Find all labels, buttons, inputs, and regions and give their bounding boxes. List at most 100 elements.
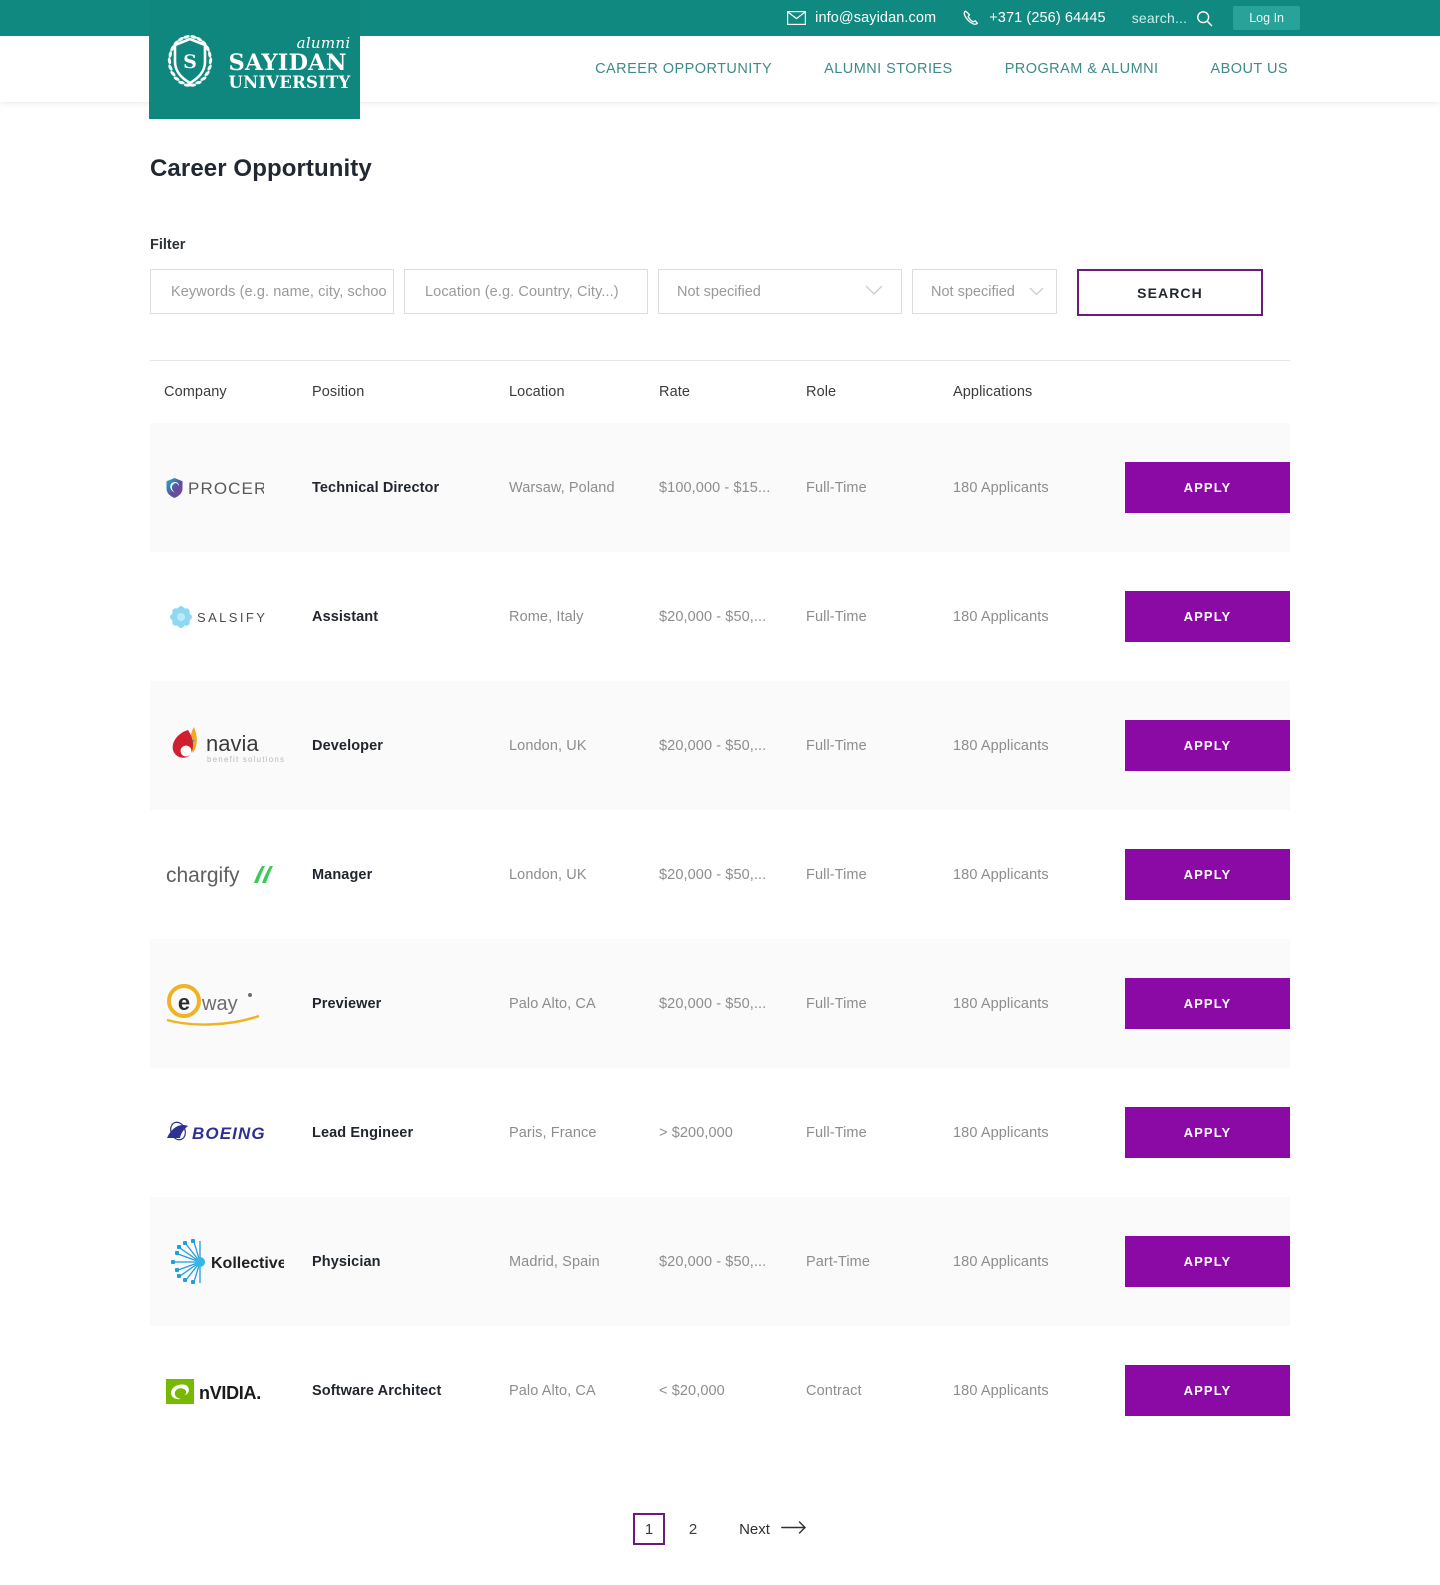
nav-item-about-us[interactable]: ABOUT US <box>1211 61 1288 77</box>
cell-role: Full-Time <box>806 479 867 496</box>
phone-icon <box>962 9 980 27</box>
svg-text:e: e <box>178 990 190 1015</box>
filter-label: Filter <box>150 237 186 253</box>
cell-applications: 180 Applicants <box>953 866 1049 883</box>
shield-crest-icon: S <box>159 30 221 97</box>
cell-location: Paris, France <box>509 1124 597 1141</box>
table-row[interactable]: nVIDIA. Software Architect Palo Alto, CA… <box>150 1326 1290 1455</box>
location-input[interactable]: Location (e.g. Country, City...) <box>404 269 648 314</box>
eway-logo: e way <box>164 983 312 1026</box>
logo-wordmark: alumni SAYIDAN UNIVERSITY <box>228 33 351 92</box>
cell-role: Contract <box>806 1382 862 1399</box>
site-search[interactable]: search... <box>1132 10 1214 27</box>
header-applications: Applications <box>953 384 1033 400</box>
table-row[interactable]: Kollective Physician Madrid, Spain $20,0… <box>150 1197 1290 1326</box>
header-location: Location <box>509 384 565 400</box>
page-number-1[interactable]: 1 <box>633 1513 666 1545</box>
role-select[interactable]: Not specified <box>912 269 1057 314</box>
cell-position: Technical Director <box>312 479 440 496</box>
keywords-input[interactable]: Keywords (e.g. name, city, schoo <box>150 269 394 314</box>
table-row[interactable]: navia benefit solutions Developer London… <box>150 681 1290 810</box>
apply-button[interactable]: APPLY <box>1125 849 1290 900</box>
table-row[interactable]: SALSIFY Assistant Rome, Italy $20,000 - … <box>150 552 1290 681</box>
email-contact[interactable]: info@sayidan.com <box>787 10 936 26</box>
phone-text: +371 (256) 64445 <box>989 10 1106 26</box>
table-row[interactable]: BOEING Lead Engineer Paris, France > $20… <box>150 1068 1290 1197</box>
page-title: Career Opportunity <box>150 155 372 182</box>
page-number-2[interactable]: 2 <box>677 1513 710 1545</box>
phone-contact[interactable]: +371 (256) 64445 <box>962 9 1106 27</box>
logo-name-text: SAYIDAN <box>228 49 347 76</box>
apply-button[interactable]: APPLY <box>1125 720 1290 771</box>
svg-text:PROCERA: PROCERA <box>188 479 264 498</box>
apply-button[interactable]: APPLY <box>1125 1107 1290 1158</box>
main-navigation: CAREER OPPORTUNITY ALUMNI STORIES PROGRA… <box>595 61 1440 77</box>
apply-button[interactable]: APPLY <box>1125 1365 1290 1416</box>
cell-action: APPLY <box>1101 1365 1290 1416</box>
cell-action: APPLY <box>1101 849 1290 900</box>
cell-applications: 180 Applicants <box>953 608 1049 625</box>
table-row[interactable]: e way Previewer Palo Alto, CA $20,000 - … <box>150 939 1290 1068</box>
svg-text:way: way <box>201 993 238 1015</box>
svg-text:SALSIFY: SALSIFY <box>197 610 267 625</box>
cell-role: Part-Time <box>806 1253 871 1270</box>
cell-location: Warsaw, Poland <box>509 479 615 496</box>
table-header-row: Company Position Location Rate Role Appl… <box>150 361 1290 423</box>
cell-rate: $20,000 - $50,... <box>659 737 767 754</box>
cell-rate: $20,000 - $50,... <box>659 608 767 625</box>
arrow-right-icon <box>781 1520 807 1538</box>
chargify-logo: chargify <box>164 855 312 895</box>
login-button[interactable]: Log In <box>1233 6 1300 30</box>
cell-action: APPLY <box>1101 978 1290 1029</box>
email-text: info@sayidan.com <box>815 10 937 26</box>
svg-text:nVIDIA.: nVIDIA. <box>199 1383 261 1403</box>
cell-action: APPLY <box>1101 591 1290 642</box>
search-input[interactable]: search... <box>1132 10 1188 26</box>
svg-text:BOEING: BOEING <box>192 1124 266 1143</box>
nav-item-alumni-stories[interactable]: ALUMNI STORIES <box>824 61 953 77</box>
envelope-icon <box>787 11 807 25</box>
cell-action: APPLY <box>1101 1107 1290 1158</box>
cell-applications: 180 Applicants <box>953 995 1049 1012</box>
cell-role: Full-Time <box>806 608 867 625</box>
pagination: 1 2 Next <box>150 1513 1290 1585</box>
cell-location: Madrid, Spain <box>509 1253 600 1270</box>
apply-button[interactable]: APPLY <box>1125 462 1290 513</box>
table-row[interactable]: PROCERA Technical Director Warsaw, Polan… <box>150 423 1290 552</box>
rate-select-value: Not specified <box>677 283 761 300</box>
cell-position: Manager <box>312 866 373 883</box>
cell-action: APPLY <box>1101 462 1290 513</box>
cell-location: Palo Alto, CA <box>509 1382 596 1399</box>
cell-rate: $20,000 - $50,... <box>659 995 767 1012</box>
header-role: Role <box>806 384 837 400</box>
next-page-link[interactable]: Next <box>739 1521 807 1538</box>
cell-rate: < $20,000 <box>659 1382 725 1399</box>
apply-button[interactable]: APPLY <box>1125 591 1290 642</box>
apply-button[interactable]: APPLY <box>1125 978 1290 1029</box>
cell-rate: $20,000 - $50,... <box>659 866 767 883</box>
logo-alumni-text: alumni <box>296 33 351 52</box>
site-logo[interactable]: S alumni SAYIDAN UNIVERSITY <box>149 0 360 119</box>
cell-position: Software Architect <box>312 1382 442 1399</box>
svg-text:Kollective: Kollective <box>211 1255 284 1272</box>
search-icon[interactable] <box>1196 10 1213 27</box>
rate-select[interactable]: Not specified <box>658 269 902 314</box>
cell-location: Palo Alto, CA <box>509 995 596 1012</box>
nav-item-career-opportunity[interactable]: CAREER OPPORTUNITY <box>595 61 772 77</box>
navia-logo: navia benefit solutions <box>164 726 312 766</box>
cell-rate: $20,000 - $50,... <box>659 1253 767 1270</box>
salsify-logo: SALSIFY <box>164 597 312 637</box>
nav-item-program-alumni[interactable]: PROGRAM & ALUMNI <box>1005 61 1159 77</box>
next-label: Next <box>739 1520 770 1538</box>
cell-action: APPLY <box>1101 1236 1290 1287</box>
table-row[interactable]: chargify Manager London, UK $20,000 - $5… <box>150 810 1290 939</box>
svg-text:S: S <box>183 51 197 73</box>
header-company: Company <box>164 384 227 400</box>
cell-role: Full-Time <box>806 995 867 1012</box>
cell-applications: 180 Applicants <box>953 737 1049 754</box>
cell-applications: 180 Applicants <box>953 1124 1049 1141</box>
apply-button[interactable]: APPLY <box>1125 1236 1290 1287</box>
cell-position: Lead Engineer <box>312 1124 414 1141</box>
search-button[interactable]: SEARCH <box>1077 269 1263 316</box>
chevron-down-icon <box>865 284 883 300</box>
